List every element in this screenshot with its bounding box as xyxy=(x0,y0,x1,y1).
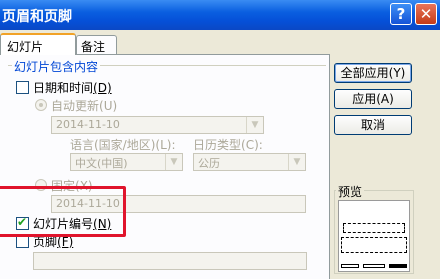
auto-update-label: 自动更新(U) xyxy=(51,99,118,113)
preview-slide-thumbnail xyxy=(338,200,410,272)
calendar-select[interactable]: 公历 ▼ xyxy=(193,153,306,171)
chevron-down-icon: ▼ xyxy=(288,154,305,170)
language-label: 语言(国家/地区)(L): xyxy=(70,138,176,152)
preview-footer-area xyxy=(363,264,385,268)
datetime-label: 日期和时间(D) xyxy=(33,81,112,95)
apply-all-button[interactable]: 全部应用(Y) xyxy=(334,63,412,83)
close-icon: ✕ xyxy=(419,5,433,23)
auto-update-date-select[interactable]: 2014-11-10 ▼ xyxy=(51,116,264,134)
highlight-annotation xyxy=(0,186,126,237)
window-title: 页眉和页脚 xyxy=(2,9,72,25)
language-select[interactable]: 中文(中国) ▼ xyxy=(70,153,183,171)
footer-text-input[interactable] xyxy=(33,252,307,270)
auto-update-radio[interactable] xyxy=(35,99,47,111)
preview-label: 预览 xyxy=(336,183,365,200)
group-label: 幻灯片包含内容 xyxy=(12,58,101,75)
close-button[interactable]: ✕ xyxy=(415,3,437,25)
chevron-down-icon: ▼ xyxy=(165,154,182,170)
datetime-checkbox[interactable] xyxy=(16,81,29,94)
preview-body-placeholder xyxy=(341,237,407,253)
title-bar: 页眉和页脚 ? ✕ xyxy=(0,0,440,30)
preview-date-area xyxy=(341,264,359,268)
apply-button[interactable]: 应用(A) xyxy=(334,89,412,109)
calendar-label: 日历类型(C): xyxy=(193,138,263,152)
tab-notes-handouts[interactable]: 备注和讲义 xyxy=(76,35,117,88)
preview-title-placeholder xyxy=(343,223,405,233)
chevron-down-icon: ▼ xyxy=(246,117,263,133)
preview-slide-number-area xyxy=(389,264,407,268)
tab-slide[interactable]: 幻灯片 xyxy=(0,33,76,55)
cancel-button[interactable]: 取消 xyxy=(334,115,412,135)
help-button[interactable]: ? xyxy=(390,3,412,25)
help-icon: ? xyxy=(396,5,406,23)
